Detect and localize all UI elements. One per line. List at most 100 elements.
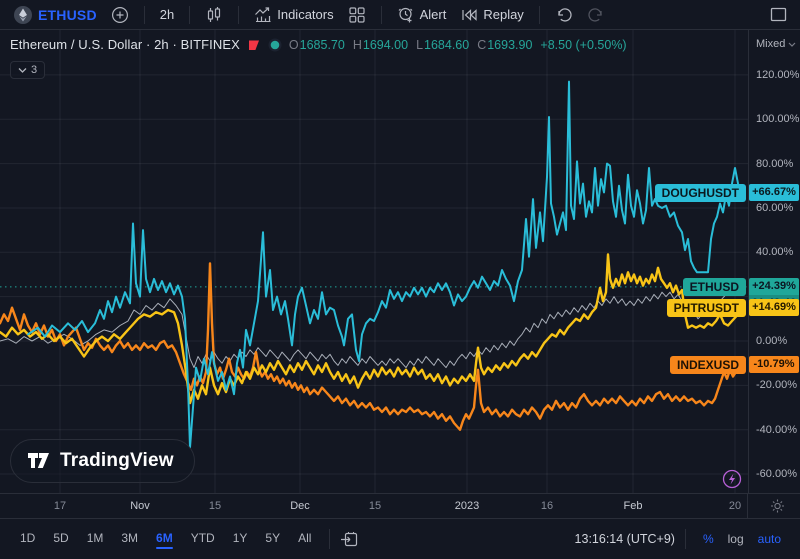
legend-collapsed-count: 3 (31, 64, 37, 76)
price-tick-label: -40.00% (756, 423, 797, 437)
range-button-5d[interactable]: 5D (45, 527, 76, 551)
interval-button[interactable]: 2h (155, 4, 179, 25)
boost-lightning-icon[interactable] (720, 467, 744, 491)
toolbar-divider (189, 6, 190, 24)
chart-pane[interactable]: Ethereum / U.S. Dollar · 2h · BITFINEX O… (0, 30, 748, 493)
series-label-ethusd[interactable]: ETHUSD (683, 278, 746, 296)
alert-button[interactable]: Alert (392, 3, 452, 27)
price-axis[interactable]: Mixed 120.00% 100.00% 80.00% 60.00% 40.00% 0.… (748, 30, 800, 493)
time-tick-label: 16 (541, 500, 553, 512)
time-tick-label: 2023 (455, 500, 479, 512)
undo-arrow-icon[interactable] (550, 3, 578, 27)
price-tick-label: -60.00% (756, 467, 797, 481)
range-button-1m[interactable]: 1M (79, 527, 112, 551)
high-letter: H (353, 38, 362, 52)
alert-label: Alert (420, 7, 447, 22)
interval-label: 2h (160, 7, 174, 22)
indicators-icon (254, 6, 272, 24)
low-letter: L (416, 38, 423, 52)
time-tick-label: Dec (290, 500, 310, 512)
redo-arrow-icon[interactable] (582, 3, 610, 27)
range-button-all[interactable]: All (290, 527, 319, 551)
price-tick-label: 100.00% (756, 112, 799, 126)
auto-scale-button[interactable]: auto (751, 528, 788, 550)
goto-date-calendar-icon[interactable] (340, 531, 359, 548)
range-button-6m[interactable]: 6M (148, 527, 181, 551)
symbol-header[interactable]: Ethereum / U.S. Dollar · 2h · BITFINEX O… (10, 37, 627, 52)
toolbar-divider (329, 529, 330, 549)
tradingview-watermark[interactable]: TradingView (10, 439, 195, 483)
price-tick-label: 40.00% (756, 245, 793, 259)
chevron-down-icon (18, 67, 27, 73)
time-tick-label: 17 (54, 500, 66, 512)
ohlc-values: O1685.70 H1694.00 L1684.60 C1693.90 +8.5… (289, 38, 627, 52)
layout-grid-icon[interactable] (343, 3, 371, 27)
open-value: 1685.70 (300, 38, 345, 52)
symbol-button[interactable]: ETHUSD (8, 2, 102, 28)
open-letter: O (289, 38, 299, 52)
replay-rewind-icon (460, 6, 478, 24)
bottom-toolbar: 1D5D1M3M6MYTD1Y5YAll 13:16:14 (UTC+9) % … (0, 518, 800, 559)
price-scale-mode-label: Mixed (756, 38, 785, 50)
indicators-label: Indicators (277, 7, 333, 22)
price-tick-label: 60.00% (756, 201, 793, 215)
symbol-name: ETHUSD (38, 7, 97, 23)
toolbar-divider (144, 6, 145, 24)
chevron-down-icon (788, 42, 796, 47)
series-label-doughusdt[interactable]: DOUGHUSDT (655, 184, 746, 202)
indicators-button[interactable]: Indicators (249, 3, 338, 27)
clock-label[interactable]: 13:16:14 (UTC+9) (575, 532, 675, 546)
price-tick-label: 80.00% (756, 157, 793, 171)
watermark-text: TradingView (60, 450, 174, 472)
eth-logo-icon (13, 5, 33, 25)
market-status-dot-icon (268, 38, 282, 52)
time-tick-label: 15 (209, 500, 221, 512)
tradingview-logo-icon (27, 452, 51, 470)
chart-canvas[interactable] (0, 30, 748, 493)
main-row: Ethereum / U.S. Dollar · 2h · BITFINEX O… (0, 30, 800, 493)
fullscreen-icon[interactable] (765, 4, 792, 25)
chart-title: Ethereum / U.S. Dollar · 2h · BITFINEX (10, 37, 240, 52)
range-button-3m[interactable]: 3M (113, 527, 146, 551)
price-tick-label: 0.00% (756, 334, 787, 348)
replay-label: Replay (483, 7, 523, 22)
time-tick-label: Nov (130, 500, 150, 512)
range-button-ytd[interactable]: YTD (183, 527, 223, 551)
time-tick-label: 20 (729, 500, 741, 512)
date-range-buttons: 1D5D1M3M6MYTD1Y5YAll (12, 527, 319, 551)
toolbar-divider (381, 6, 382, 24)
time-tick-label: 15 (369, 500, 381, 512)
axis-badge-phtrusdt: +14.69% (749, 299, 799, 316)
brightness-sun-icon[interactable] (770, 499, 785, 514)
price-tick-label: 120.00% (756, 68, 799, 82)
toolbar-divider (539, 6, 540, 24)
price-tick-label: -20.00% (756, 378, 797, 392)
high-value: 1694.00 (363, 38, 408, 52)
legend-collapse-button[interactable]: 3 (10, 61, 45, 79)
axis-badge-doughusdt: +66.67% (749, 184, 799, 201)
price-scale-mode-button[interactable]: Mixed (756, 38, 796, 50)
close-value: 1693.90 (487, 38, 532, 52)
close-letter: C (477, 38, 486, 52)
log-scale-button[interactable]: log (721, 528, 751, 550)
alert-clock-icon (397, 6, 415, 24)
range-button-1d[interactable]: 1D (12, 527, 43, 551)
time-tick-label: Feb (624, 500, 643, 512)
tradingview-app: ETHUSD 2h Indicators Alert (0, 0, 800, 559)
series-label-phtrusdt[interactable]: PHTRUSDT (667, 299, 746, 317)
axis-corner-separator (747, 494, 748, 518)
toolbar-divider (685, 529, 686, 549)
axis-badge-indexusd: -10.79% (749, 356, 799, 373)
top-toolbar: ETHUSD 2h Indicators Alert (0, 0, 800, 30)
percent-scale-button[interactable]: % (696, 528, 721, 550)
time-axis[interactable]: 17 Nov 15 Dec 15 2023 16 Feb 20 (0, 493, 800, 518)
change-value: +8.50 (+0.50%) (540, 38, 626, 52)
range-button-1y[interactable]: 1Y (225, 527, 256, 551)
low-value: 1684.60 (424, 38, 469, 52)
range-button-5y[interactable]: 5Y (257, 527, 288, 551)
replay-button[interactable]: Replay (455, 3, 528, 27)
chart-style-candles-icon[interactable] (200, 3, 228, 27)
series-label-indexusd[interactable]: INDEXUSD (670, 356, 746, 374)
bitfinex-logo-icon (247, 38, 261, 52)
compare-add-button[interactable] (106, 3, 134, 27)
